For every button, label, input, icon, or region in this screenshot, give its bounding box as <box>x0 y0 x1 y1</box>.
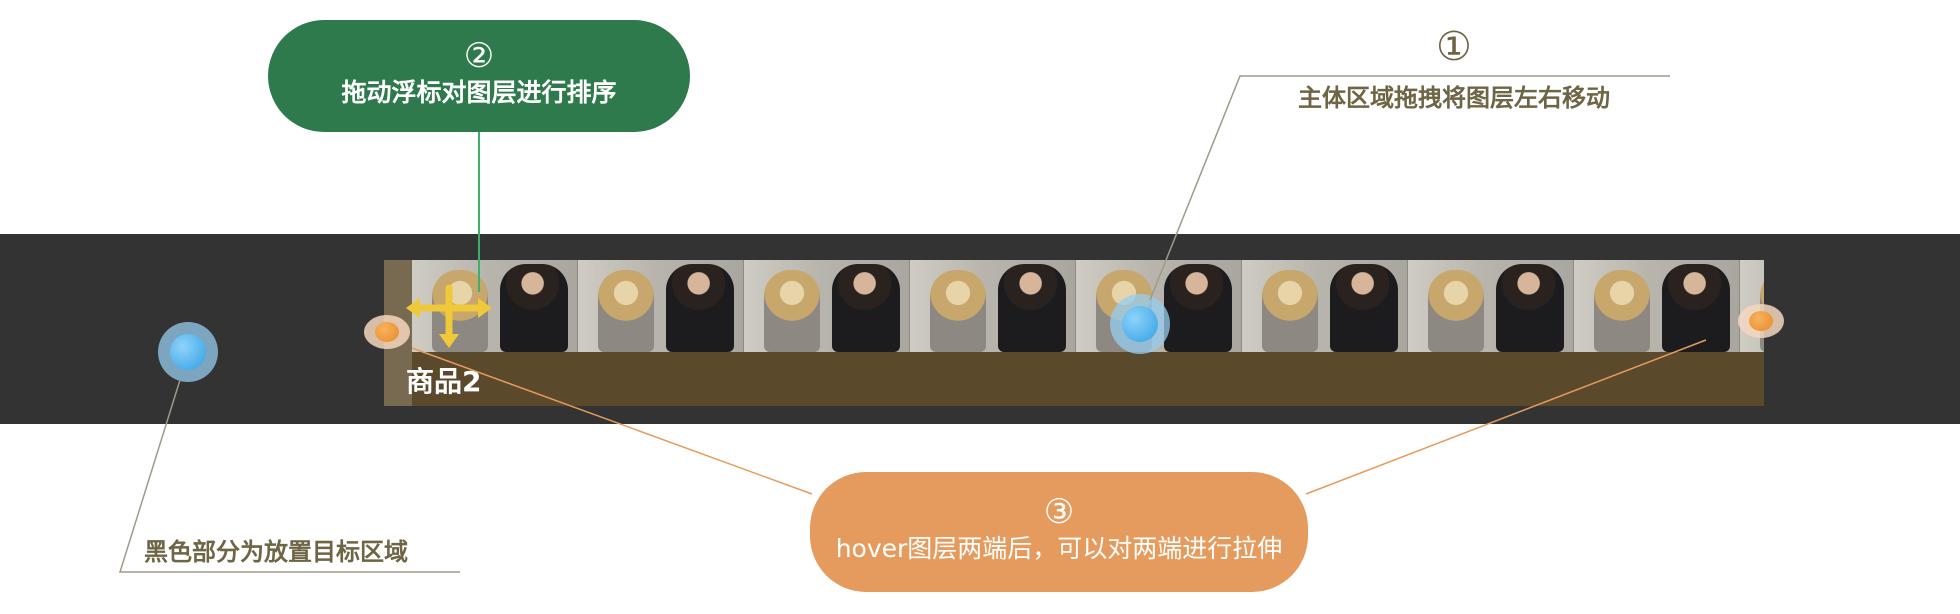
callout-text: hover图层两端后，可以对两端进行拉伸 <box>835 534 1283 563</box>
callout-number: ③ <box>1043 492 1075 532</box>
move-callout-number: ① <box>1436 24 1472 70</box>
stretch-callout: ③ hover图层两端后，可以对两端进行拉伸 <box>810 472 1308 592</box>
callout-number: ② <box>463 36 495 76</box>
move-callout-text: 主体区域拖拽将图层左右移动 <box>1298 84 1610 112</box>
callout-text: 拖动浮标对图层进行排序 <box>341 78 617 107</box>
drop-zone-callout-text: 黑色部分为放置目标区域 <box>144 538 408 566</box>
drag-sort-callout: ② 拖动浮标对图层进行排序 <box>268 20 690 132</box>
